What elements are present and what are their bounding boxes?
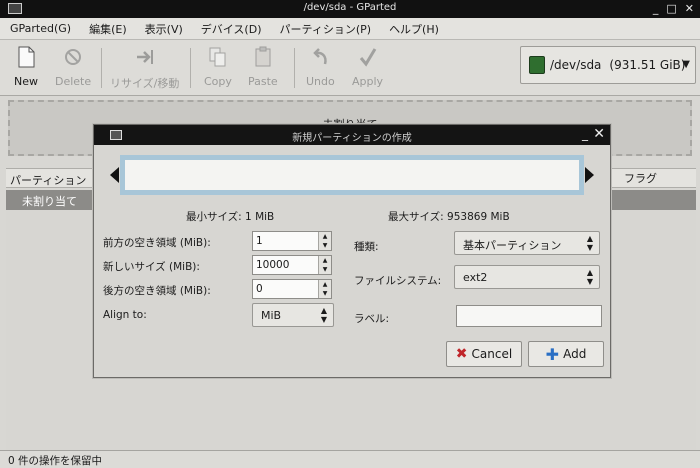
copy-icon: [209, 47, 226, 67]
align-to-value: MiB: [261, 309, 282, 322]
undo-button[interactable]: Undo: [306, 46, 335, 88]
type-label: 種類:: [354, 241, 379, 253]
menu-device[interactable]: デバイス(D): [201, 21, 262, 37]
filesystem-label: ファイルシステム:: [354, 275, 442, 287]
minimize-icon[interactable]: _: [582, 127, 588, 141]
menu-partition[interactable]: パーティション(P): [280, 21, 372, 37]
updown-arrows-icon: ▲ ▼: [586, 234, 593, 252]
add-button[interactable]: ✚ Add: [528, 341, 604, 367]
copy-label: Copy: [204, 75, 232, 88]
window-title: /dev/sda - GParted: [303, 2, 397, 13]
new-size-value: 10000: [256, 259, 290, 271]
window-controls: _ □ ✕: [653, 2, 694, 15]
partition-type-value: 基本パーティション: [463, 239, 562, 252]
column-partition[interactable]: パーティション: [10, 172, 86, 188]
delete-icon: [65, 49, 82, 65]
cancel-label: Cancel: [471, 347, 513, 361]
free-after-label: 後方の空き領域 (MiB):: [103, 285, 211, 297]
resize-arrow-icon: [136, 50, 153, 64]
paste-button[interactable]: Paste: [248, 46, 278, 88]
min-size-text: 最小サイズ: 1 MiB: [186, 211, 275, 223]
filesystem-value: ext2: [463, 271, 488, 284]
free-before-value: 1: [256, 235, 263, 247]
menu-help[interactable]: ヘルプ(H): [389, 21, 439, 37]
apply-label: Apply: [352, 75, 384, 88]
close-icon[interactable]: ✕: [685, 2, 694, 15]
new-size-label: 新しいサイズ (MiB):: [103, 261, 200, 273]
create-partition-dialog: 新規パーティションの作成 _ ✕ 最小サイズ: 1 MiB 最大サイズ: 953…: [93, 124, 611, 378]
align-to-label: Align to:: [103, 309, 147, 321]
free-before-label: 前方の空き領域 (MiB):: [103, 237, 211, 249]
checkmark-icon: [359, 48, 376, 67]
column-flags[interactable]: フラグ: [624, 170, 657, 186]
menu-view[interactable]: 表示(V): [145, 21, 183, 37]
device-size: (931.51 GiB): [609, 58, 686, 72]
menu-edit[interactable]: 編集(E): [89, 21, 127, 37]
partition-type-combobox[interactable]: 基本パーティション ▲ ▼: [454, 231, 600, 255]
filesystem-combobox[interactable]: ext2 ▲ ▼: [454, 265, 600, 289]
undo-icon: [313, 48, 328, 65]
paste-clipboard-icon: [255, 46, 271, 67]
new-size-spinbox[interactable]: 10000 ▲ ▼: [252, 255, 332, 275]
updown-arrows-icon: ▲ ▼: [320, 306, 327, 324]
spin-buttons[interactable]: ▲ ▼: [318, 280, 331, 298]
toolbar-separator: [101, 48, 102, 88]
updown-arrows-icon: ▲ ▼: [586, 268, 593, 286]
harddisk-icon: [529, 56, 545, 74]
device-name: /dev/sda: [550, 58, 602, 72]
align-to-combobox[interactable]: MiB ▲ ▼: [252, 303, 334, 327]
maximize-icon[interactable]: □: [666, 2, 676, 15]
row-partition-name: 未割り当て: [22, 195, 77, 208]
dialog-title: 新規パーティションの作成: [292, 133, 412, 144]
paste-label: Paste: [248, 75, 278, 88]
add-icon: ✚: [545, 344, 560, 364]
dropdown-arrow-icon: ▼: [682, 59, 690, 70]
max-size-text: 最大サイズ: 953869 MiB: [388, 211, 510, 223]
close-icon[interactable]: ✕: [593, 126, 605, 142]
delete-label: Delete: [55, 75, 92, 88]
dialog-titlebar: 新規パーティションの作成 _ ✕: [94, 125, 610, 145]
menu-gparted[interactable]: GParted(G): [10, 22, 71, 35]
resize-move-button[interactable]: リサイズ/移動: [110, 46, 179, 91]
resize-move-label: リサイズ/移動: [110, 77, 180, 90]
minimize-icon[interactable]: _: [653, 2, 659, 15]
partition-label-label: ラベル:: [354, 313, 390, 325]
free-after-spinbox[interactable]: 0 ▲ ▼: [252, 279, 332, 299]
resize-right-handle-icon[interactable]: [585, 167, 594, 183]
spin-buttons[interactable]: ▲ ▼: [318, 232, 331, 250]
free-before-spinbox[interactable]: 1 ▲ ▼: [252, 231, 332, 251]
toolbar-separator: [190, 48, 191, 88]
cancel-icon: ✖: [455, 346, 468, 362]
new-document-icon: [18, 46, 35, 68]
apply-button[interactable]: Apply: [352, 46, 383, 88]
add-label: Add: [563, 347, 587, 361]
resize-left-handle-icon[interactable]: [110, 167, 119, 183]
cancel-button[interactable]: ✖ Cancel: [446, 341, 522, 367]
partition-label-input[interactable]: [456, 305, 602, 327]
window-titlebar: /dev/sda - GParted _ □ ✕: [0, 0, 700, 18]
partition-size-bar[interactable]: [120, 155, 584, 195]
device-selector[interactable]: /dev/sda (931.51 GiB) ▼: [520, 46, 696, 84]
toolbar-separator: [294, 48, 295, 88]
undo-label: Undo: [306, 75, 335, 88]
copy-button[interactable]: Copy: [204, 46, 232, 88]
new-button[interactable]: New: [14, 46, 38, 88]
statusbar: 0 件の操作を保留中: [0, 450, 700, 468]
delete-button[interactable]: Delete: [55, 46, 91, 88]
free-after-value: 0: [256, 283, 263, 295]
partition-resizer[interactable]: [110, 155, 594, 195]
pending-operations-text: 0 件の操作を保留中: [8, 455, 103, 467]
spin-buttons[interactable]: ▲ ▼: [318, 256, 331, 274]
new-label: New: [14, 75, 38, 88]
menubar: GParted(G) 編集(E) 表示(V) デバイス(D) パーティション(P…: [0, 18, 700, 40]
